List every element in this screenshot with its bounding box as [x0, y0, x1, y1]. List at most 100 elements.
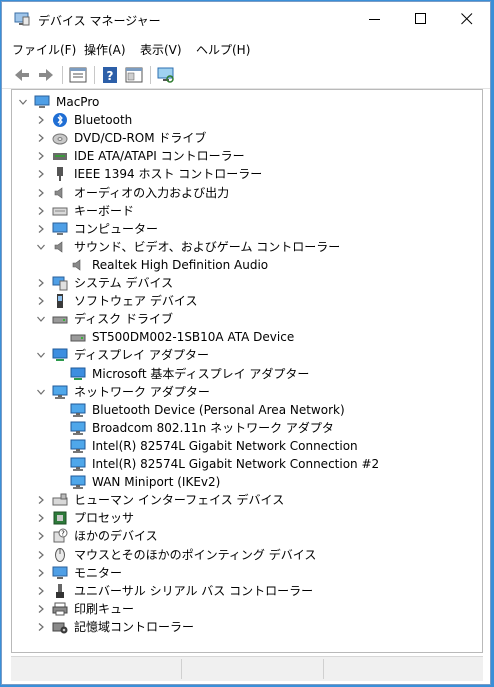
menu-bar: ファイル(F) 操作(A) 表示(V) ヘルプ(H)	[2, 38, 490, 60]
mouse-icon	[55, 547, 65, 562]
tree-category[interactable]: ネットワーク アダプター	[12, 383, 482, 401]
tree-category[interactable]: サウンド、ビデオ、およびゲーム コントローラー	[12, 238, 482, 256]
svg-text:?: ?	[61, 530, 65, 538]
system-icon	[52, 276, 68, 291]
chevron-right-icon[interactable]	[36, 513, 46, 523]
tree-item-label: ネットワーク アダプター	[74, 384, 210, 399]
status-cell	[323, 659, 482, 679]
tree-item-label: オーディオの入力および出力	[74, 185, 230, 200]
maximize-button[interactable]	[398, 2, 444, 36]
chevron-right-icon[interactable]	[36, 188, 46, 198]
chevron-down-icon[interactable]	[36, 314, 46, 324]
bluetooth-icon	[53, 113, 67, 128]
tree-device[interactable]: Broadcom 802.11n ネットワーク アダプタ	[12, 419, 482, 437]
window-title: デバイス マネージャー	[38, 14, 161, 28]
chevron-right-icon[interactable]	[36, 586, 46, 596]
tree-category[interactable]: ソフトウェア デバイス	[12, 292, 482, 310]
tree-item-label: コンピューター	[74, 221, 159, 236]
chevron-down-icon[interactable]	[36, 242, 46, 252]
minimize-button[interactable]	[352, 2, 398, 36]
monitor-scan-icon[interactable]	[156, 66, 176, 84]
unknown-device-icon: ?	[53, 528, 68, 543]
tree-category[interactable]: Bluetooth	[12, 111, 482, 129]
chevron-right-icon[interactable]	[36, 115, 46, 125]
forward-icon[interactable]	[36, 66, 56, 84]
tree-category[interactable]: プロセッサ	[12, 509, 482, 527]
chevron-right-icon[interactable]	[36, 133, 46, 143]
computer-icon	[52, 222, 68, 235]
close-button[interactable]	[444, 2, 490, 36]
chevron-down-icon[interactable]	[36, 350, 46, 360]
network-icon	[70, 457, 86, 471]
toolbar: ?	[2, 62, 490, 89]
maximize-icon	[415, 13, 426, 24]
tree-item-label: ほかのデバイス	[74, 529, 158, 544]
tree-category[interactable]: ディスク ドライブ	[12, 310, 482, 328]
tree-category[interactable]: ? ほかのデバイス	[12, 527, 482, 545]
device-tree[interactable]: MacPro Bluetooth DVD/CD-ROM ドライブ IDE ATA/AT…	[11, 89, 483, 653]
menu-view[interactable]: 表示(V)	[140, 41, 182, 58]
tree-item-label: IEEE 1394 ホスト コントローラー	[74, 167, 263, 182]
help-icon[interactable]: ?	[100, 66, 120, 84]
toolbar-separator	[94, 66, 95, 84]
tree-device[interactable]: Bluetooth Device (Personal Area Network)	[12, 401, 482, 419]
tree-device[interactable]: Intel(R) 82574L Gigabit Network Connecti…	[12, 455, 482, 473]
chevron-right-icon[interactable]	[36, 622, 46, 632]
chevron-right-icon[interactable]	[36, 151, 46, 161]
tree-category[interactable]: マウスとそのほかのポインティング デバイス	[12, 546, 482, 564]
tree-category[interactable]: 記憶域コントローラー	[12, 618, 482, 636]
tree-device[interactable]: Intel(R) 82574L Gigabit Network Connecti…	[12, 437, 482, 455]
tree-category[interactable]: ユニバーサル シリアル バス コントローラー	[12, 582, 482, 600]
tree-item-label: システム デバイス	[74, 276, 174, 290]
tree-device[interactable]: Microsoft 基本ディスプレイ アダプター	[12, 365, 482, 383]
tree-category[interactable]: モニター	[12, 564, 482, 582]
tree-device[interactable]: WAN Miniport (IKEv2)	[12, 473, 482, 491]
tree-root-macpro[interactable]: MacPro	[12, 93, 482, 111]
chevron-down-icon[interactable]	[18, 97, 28, 107]
chevron-right-icon[interactable]	[36, 278, 46, 288]
tree-category[interactable]: ヒューマン インターフェイス デバイス	[12, 491, 482, 509]
tree-item-label: マウスとそのほかのポインティング デバイス	[74, 547, 317, 562]
title-bar[interactable]: デバイス マネージャー	[2, 2, 490, 36]
tree-item-label: Bluetooth Device (Personal Area Network)	[92, 402, 345, 417]
tree-category[interactable]: IEEE 1394 ホスト コントローラー	[12, 165, 482, 183]
printer-icon	[52, 602, 68, 616]
speaker-icon	[54, 241, 63, 253]
menu-action[interactable]: 操作(A)	[84, 41, 126, 58]
tree-category[interactable]: システム デバイス	[12, 274, 482, 292]
chevron-down-icon[interactable]	[36, 387, 46, 397]
tree-device[interactable]: Realtek High Definition Audio	[12, 256, 482, 274]
chevron-right-icon[interactable]	[36, 206, 46, 216]
chevron-right-icon[interactable]	[36, 495, 46, 505]
tree-category[interactable]: オーディオの入力および出力	[12, 184, 482, 202]
computer-icon	[34, 95, 50, 108]
usb-icon	[56, 583, 64, 598]
chevron-right-icon[interactable]	[36, 568, 46, 578]
tree-category[interactable]: 印刷キュー	[12, 600, 482, 618]
menu-file[interactable]: ファイル(F)	[12, 41, 76, 58]
chevron-right-icon[interactable]	[36, 604, 46, 614]
software-icon	[57, 294, 63, 309]
tree-category[interactable]: キーボード	[12, 202, 482, 220]
properties-icon[interactable]	[68, 66, 88, 84]
display-icon	[70, 367, 86, 380]
chevron-right-icon[interactable]	[36, 531, 46, 541]
menu-help[interactable]: ヘルプ(H)	[196, 41, 250, 58]
show-hide-icon[interactable]	[124, 66, 144, 84]
status-cell	[181, 659, 322, 679]
tree-item-label: ディスク ドライブ	[74, 312, 173, 327]
tree-category[interactable]: ディスプレイ アダプター	[12, 346, 482, 364]
close-icon	[461, 13, 473, 25]
tree-item-label: DVD/CD-ROM ドライブ	[74, 131, 207, 146]
back-icon[interactable]	[12, 66, 32, 84]
chevron-right-icon[interactable]	[36, 169, 46, 179]
tree-category[interactable]: IDE ATA/ATAPI コントローラー	[12, 147, 482, 165]
chevron-right-icon[interactable]	[36, 550, 46, 560]
tree-category[interactable]: DVD/CD-ROM ドライブ	[12, 129, 482, 147]
tree-device[interactable]: ST500DM002-1SB10A ATA Device	[12, 328, 482, 346]
tree-item-label: プロセッサ	[74, 511, 135, 526]
chevron-right-icon[interactable]	[36, 224, 46, 234]
tree-category[interactable]: コンピューター	[12, 220, 482, 238]
chevron-right-icon[interactable]	[36, 296, 46, 306]
speaker-icon	[54, 186, 63, 199]
